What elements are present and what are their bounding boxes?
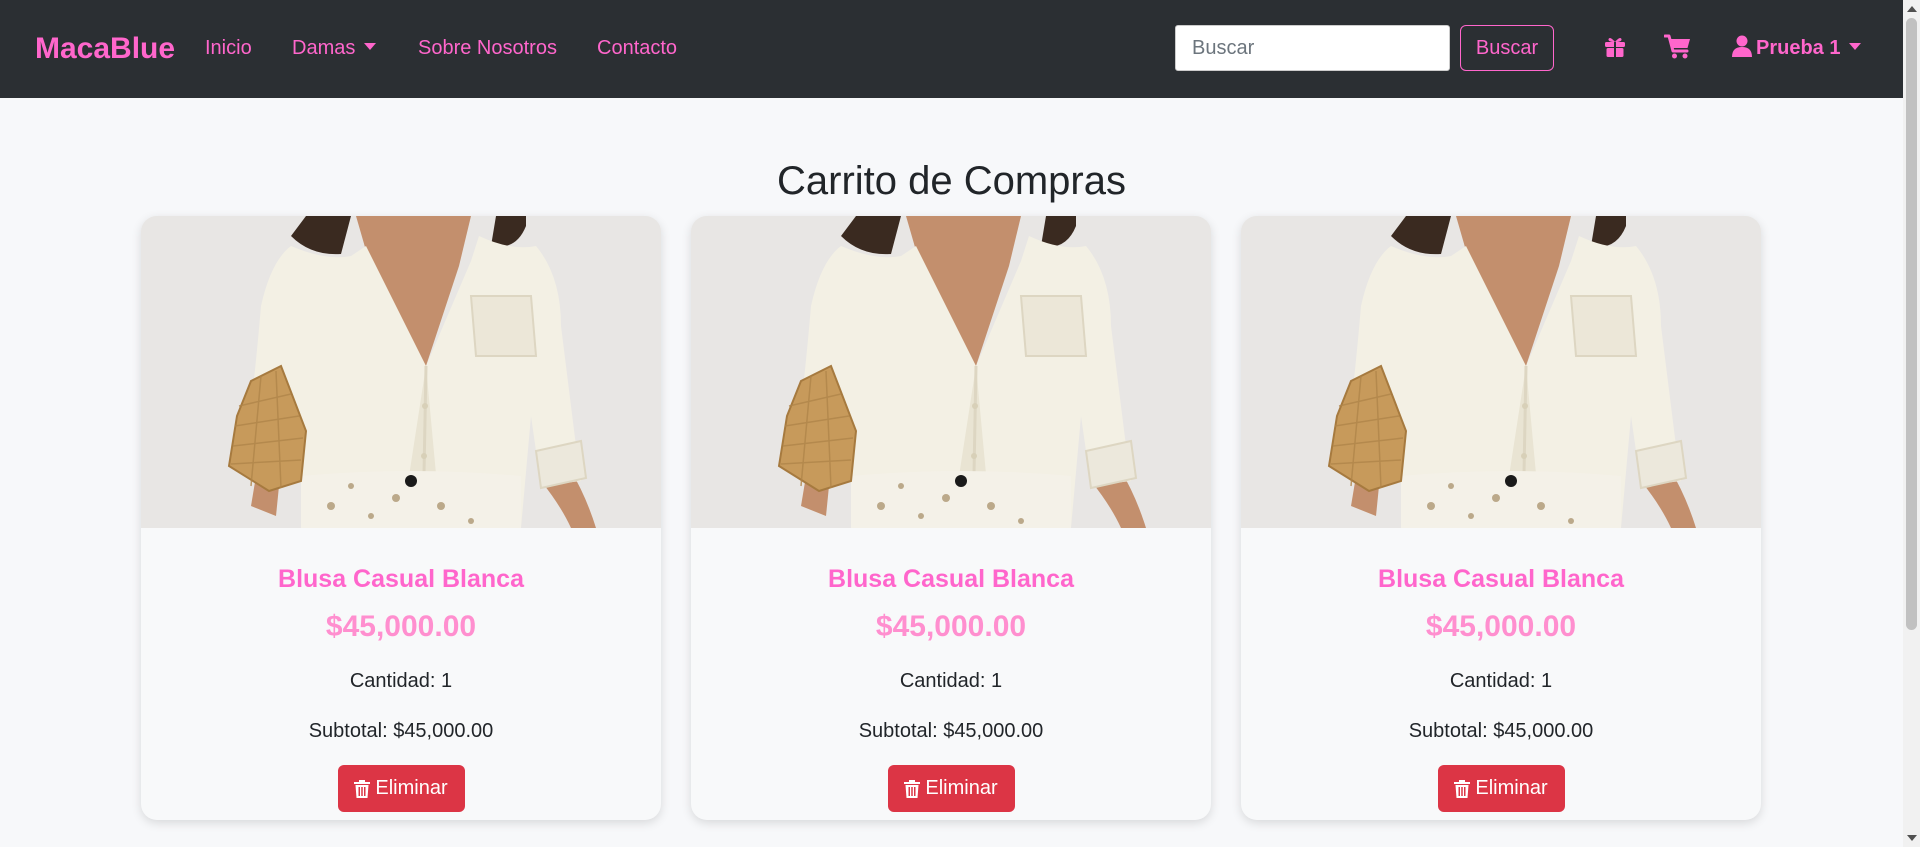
user-icon bbox=[1732, 35, 1752, 57]
scroll-down-arrow-icon[interactable] bbox=[1907, 835, 1917, 841]
product-subtotal: Subtotal: $45,000.00 bbox=[858, 720, 1044, 742]
search-input[interactable] bbox=[1175, 25, 1450, 71]
card-body: Blusa Casual Blanca $45,000.00 Cantidad:… bbox=[141, 528, 661, 812]
product-image bbox=[141, 216, 661, 528]
product-price: $45,000.00 bbox=[325, 610, 477, 643]
delete-button-label: Eliminar bbox=[925, 777, 998, 799]
product-subtotal: Subtotal: $45,000.00 bbox=[308, 720, 494, 742]
card-body: Blusa Casual Blanca $45,000.00 Cantidad:… bbox=[1241, 528, 1761, 812]
cart-item-card: Blusa Casual Blanca $45,000.00 Cantidad:… bbox=[691, 216, 1211, 820]
brand-logo[interactable]: MacaBlue bbox=[35, 30, 175, 68]
product-quantity: Cantidad: 1 bbox=[1449, 670, 1553, 692]
delete-button[interactable]: Eliminar bbox=[887, 765, 1015, 812]
search-button[interactable]: Buscar bbox=[1460, 25, 1554, 71]
product-name: Blusa Casual Blanca bbox=[828, 565, 1074, 593]
cart-icon[interactable] bbox=[1663, 34, 1692, 65]
nav-dropdown-damas[interactable]: Damas bbox=[292, 36, 377, 60]
caret-down-icon bbox=[1849, 43, 1862, 51]
delete-button-label: Eliminar bbox=[375, 777, 448, 799]
delete-button[interactable]: Eliminar bbox=[1437, 765, 1565, 812]
delete-button-label: Eliminar bbox=[1475, 777, 1548, 799]
trash-icon bbox=[354, 780, 370, 798]
product-image bbox=[1241, 216, 1761, 528]
card-body: Blusa Casual Blanca $45,000.00 Cantidad:… bbox=[691, 528, 1211, 812]
scrollbar-thumb[interactable] bbox=[1906, 18, 1917, 630]
product-quantity: Cantidad: 1 bbox=[899, 670, 1003, 692]
delete-button[interactable]: Eliminar bbox=[337, 765, 465, 812]
vertical-scrollbar[interactable] bbox=[1903, 0, 1920, 847]
product-image bbox=[691, 216, 1211, 528]
nav-link-inicio[interactable]: Inicio bbox=[205, 36, 252, 60]
user-menu-dropdown[interactable]: Prueba 1 bbox=[1732, 34, 1862, 62]
nav-link-sobre-nosotros[interactable]: Sobre Nosotros bbox=[418, 36, 557, 60]
caret-down-icon bbox=[364, 43, 377, 51]
product-price: $45,000.00 bbox=[875, 610, 1027, 643]
cart-item-card: Blusa Casual Blanca $45,000.00 Cantidad:… bbox=[141, 216, 661, 820]
cart-item-card: Blusa Casual Blanca $45,000.00 Cantidad:… bbox=[1241, 216, 1761, 820]
product-subtotal: Subtotal: $45,000.00 bbox=[1408, 720, 1594, 742]
product-name: Blusa Casual Blanca bbox=[278, 565, 524, 593]
navbar: MacaBlue Inicio Damas Sobre Nosotros Con… bbox=[0, 0, 1903, 98]
trash-icon bbox=[904, 780, 920, 798]
product-price: $45,000.00 bbox=[1425, 610, 1577, 643]
page-title: Carrito de Compras bbox=[776, 159, 1126, 203]
nav-link-contacto[interactable]: Contacto bbox=[597, 36, 677, 60]
user-menu-label: Prueba 1 bbox=[1756, 37, 1841, 59]
scroll-up-arrow-icon[interactable] bbox=[1907, 6, 1917, 12]
product-quantity: Cantidad: 1 bbox=[349, 670, 453, 692]
gift-icon[interactable] bbox=[1603, 35, 1627, 64]
nav-link-damas-label: Damas bbox=[292, 37, 356, 59]
trash-icon bbox=[1454, 780, 1470, 798]
product-name: Blusa Casual Blanca bbox=[1378, 565, 1624, 593]
